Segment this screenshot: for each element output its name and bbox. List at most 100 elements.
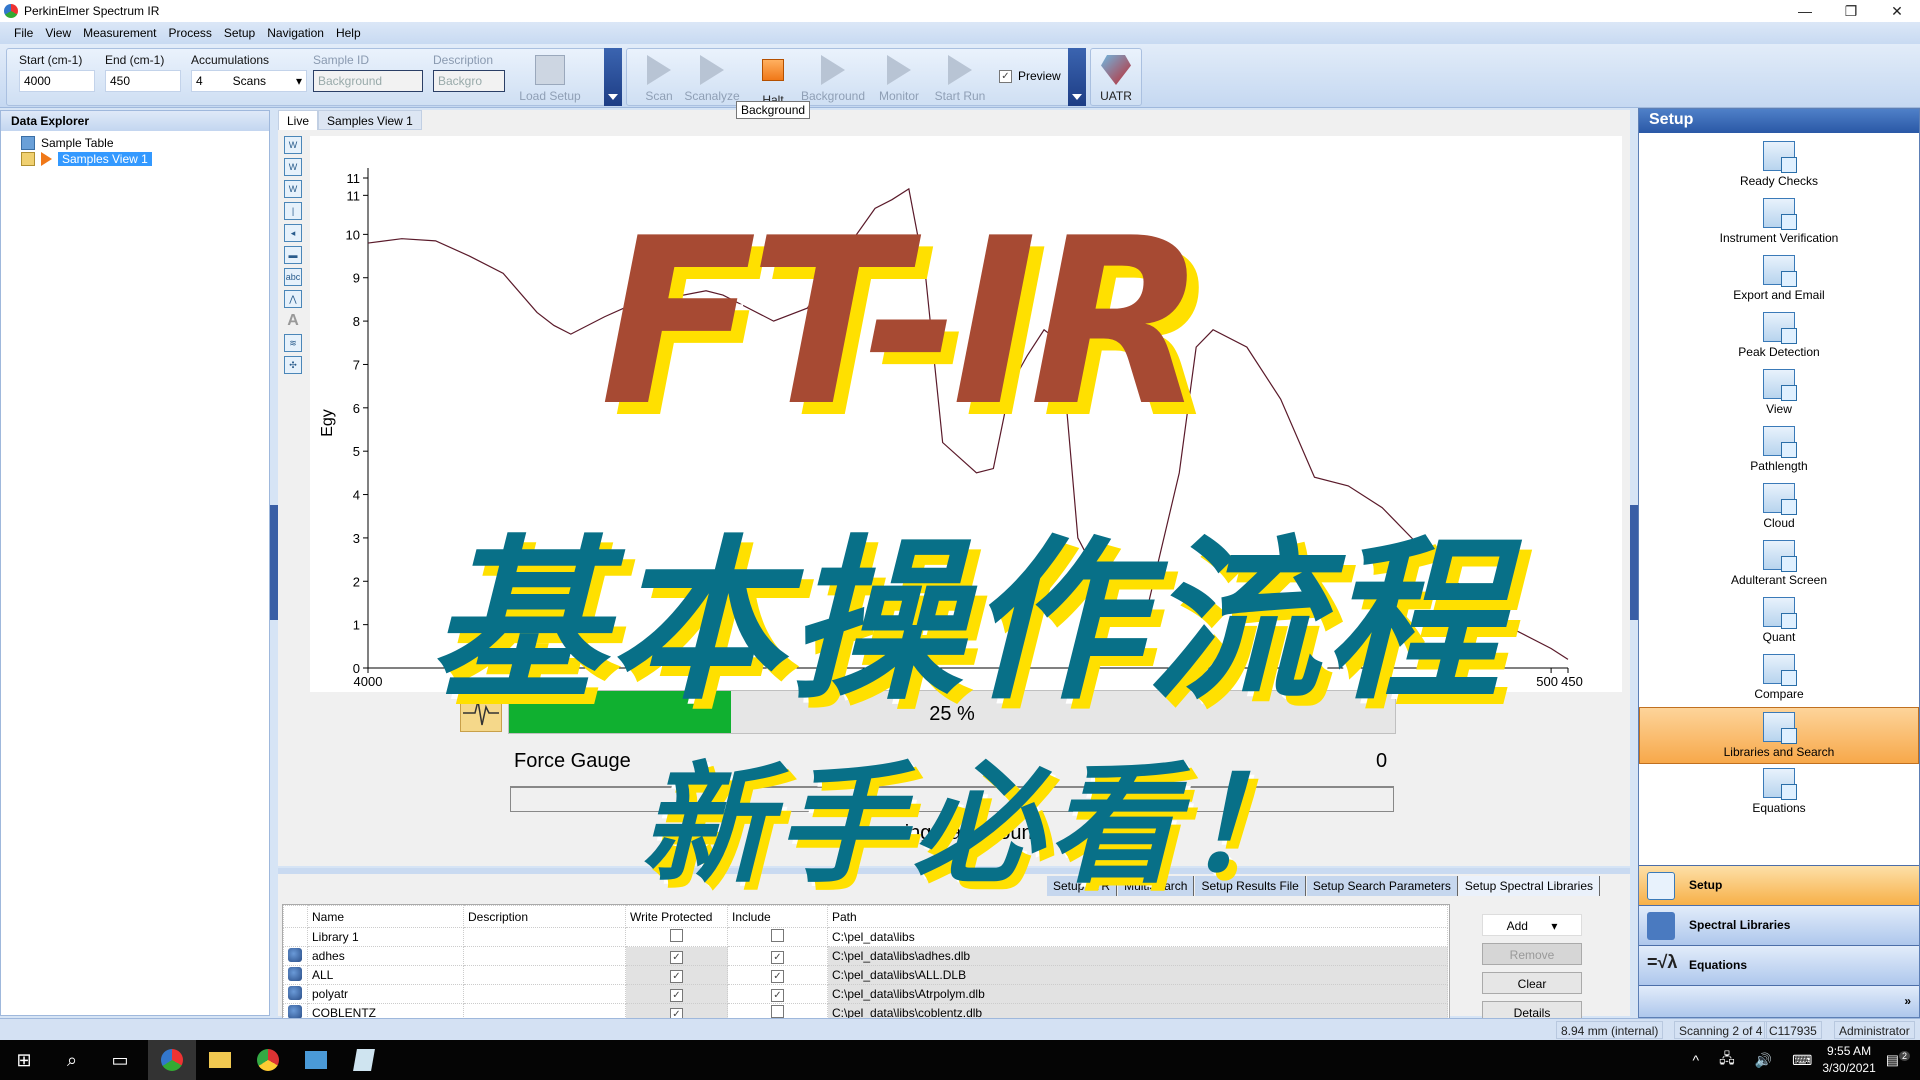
halt-button[interactable]: Halt [745,55,801,107]
write-protected-checkbox[interactable]: ✓ [670,950,683,964]
spectrum-app-icon[interactable] [148,1040,196,1080]
menu-navigation[interactable]: Navigation [267,26,324,40]
tab-setup-atr[interactable]: Setup ATR [1046,876,1118,896]
cell-path[interactable]: C:\pel_data\libs\ALL.DLB [827,965,1448,985]
cell-description[interactable] [463,984,626,1004]
windows-start-icon[interactable]: ⊞ [0,1040,48,1080]
table-row[interactable]: adhes ✓ ✓ C:\pel_data\libs\adhes.dlb [283,946,1448,966]
table-row[interactable]: ALL ✓ ✓ C:\pel_data\libs\ALL.DLB [283,965,1448,985]
menu-process[interactable]: Process [169,26,212,40]
tab-samples-view[interactable]: Samples View 1 [318,110,422,130]
clear-button[interactable]: Clear [1482,972,1582,994]
remove-button[interactable]: Remove [1482,943,1582,965]
peak-icon[interactable]: ⋀ [284,290,302,308]
col-include[interactable]: Include [727,905,828,928]
start-input[interactable]: 4000 [19,70,95,92]
cell-name[interactable]: adhes [307,946,464,966]
toolbar-overflow-button-2[interactable] [1068,48,1086,106]
right-splitter-handle[interactable] [1630,505,1638,620]
spectrum-chart[interactable]: 0 1 2 3 4 5 6 7 8 9 10 11 11 4000 500 450 Egy [310,136,1622,692]
include-checkbox[interactable]: ✓ [771,950,784,964]
menu-help[interactable]: Help [336,26,361,40]
table-row[interactable]: Library 1 C:\pel_data\libs [283,927,1448,947]
cell-name[interactable]: ALL [307,965,464,985]
include-checkbox[interactable]: ✓ [771,969,784,983]
tab-multisearch[interactable]: MultiSearch [1118,876,1195,896]
left-splitter-handle[interactable] [270,505,278,620]
table-row[interactable]: polyatr ✓ ✓ C:\pel_data\libs\Atrpolym.dlb [283,984,1448,1004]
tree-item-samples-view[interactable]: Samples View 1 [21,151,269,167]
setup-item-pathlength[interactable]: Pathlength [1639,422,1919,479]
keyboard-icon[interactable]: ⌨ [1792,1052,1812,1069]
baseline-icon[interactable]: ▬ [284,246,302,264]
restore-button[interactable]: ❐ [1828,0,1874,22]
scanalyze-button[interactable]: Scanalyze [679,55,745,103]
add-button[interactable]: Add ▾ [1482,914,1582,936]
x-expand-icon[interactable]: W [284,158,302,176]
include-checkbox[interactable] [771,1005,784,1018]
tab-live[interactable]: Live [278,110,319,130]
setup-item-export-and-email[interactable]: Export and Email [1639,251,1919,308]
nav-equations[interactable]: =√λ Equations [1639,945,1919,985]
chrome-icon[interactable] [244,1040,292,1080]
setup-item-peak-detection[interactable]: Peak Detection [1639,308,1919,365]
setup-item-compare[interactable]: Compare [1639,650,1919,707]
write-protected-checkbox[interactable] [670,929,683,942]
cell-name[interactable]: polyatr [307,984,464,1004]
tab-setup-search-parameters[interactable]: Setup Search Parameters [1306,876,1458,896]
menu-measurement[interactable]: Measurement [83,26,156,40]
monitor-button[interactable]: Monitor [871,55,927,103]
sample-id-input[interactable]: Background [313,70,423,92]
task-view-icon[interactable]: ▭ [96,1040,144,1080]
setup-item-libraries-and-search[interactable]: Libraries and Search [1639,707,1919,764]
load-setup-button[interactable]: Load Setup [515,55,585,103]
network-icon[interactable]: 🖧 [1719,1048,1735,1072]
cell-description[interactable] [463,946,626,966]
minimize-button[interactable]: — [1782,0,1828,22]
preview-checkbox[interactable]: ✓ Preview [999,69,1061,83]
text-icon[interactable]: A [284,312,302,330]
col-write-protected[interactable]: Write Protected [625,905,728,928]
menu-file[interactable]: File [14,26,33,40]
nav-setup[interactable]: Setup [1639,865,1919,905]
setup-item-equations[interactable]: Equations [1639,764,1919,821]
clock[interactable]: 9:55 AM 3/30/2021 [1822,1043,1875,1077]
tab-setup-results-file[interactable]: Setup Results File [1195,876,1306,896]
tab-setup-spectral-libraries[interactable]: Setup Spectral Libraries [1458,876,1600,896]
close-button[interactable]: ✕ [1874,0,1920,22]
autoscale-icon[interactable]: W [284,136,302,154]
menu-setup[interactable]: Setup [224,26,255,40]
end-input[interactable]: 450 [105,70,181,92]
uatr-button[interactable]: UATR [1091,55,1141,103]
setup-item-cloud[interactable]: Cloud [1639,479,1919,536]
cursor-icon[interactable]: | [284,202,302,220]
start-run-button[interactable]: Start Run [929,55,991,103]
toolbar-overflow-button[interactable] [604,48,622,106]
col-description[interactable]: Description [463,905,626,928]
menu-view[interactable]: View [45,26,71,40]
nav-overflow-button[interactable]: » [1639,985,1919,1017]
cell-path[interactable]: C:\pel_data\libs\adhes.dlb [827,946,1448,966]
col-name[interactable]: Name [307,905,464,928]
col-path[interactable]: Path [827,905,1448,928]
cell-description[interactable] [463,927,626,947]
setup-item-adulterant-screen[interactable]: Adulterant Screen [1639,536,1919,593]
accumulations-select[interactable]: 4 Scans ▾ [191,70,307,92]
setup-item-ready-checks[interactable]: Ready Checks [1639,137,1919,194]
write-protected-checkbox[interactable]: ✓ [670,988,683,1002]
include-checkbox[interactable]: ✓ [771,988,784,1002]
app-icon-blue[interactable] [292,1040,340,1080]
notification-icon[interactable]: ▤ 2 [1886,1051,1910,1069]
y-expand-icon[interactable]: W [284,180,302,198]
setup-item-instrument-verification[interactable]: Instrument Verification [1639,194,1919,251]
cell-path[interactable]: C:\pel_data\libs\Atrpolym.dlb [827,984,1448,1004]
tree-item-sample-table[interactable]: Sample Table [21,135,269,151]
volume-icon[interactable]: 🔊 [1755,1052,1772,1069]
write-protected-checkbox[interactable]: ✓ [670,969,683,983]
cell-name[interactable]: Library 1 [307,927,464,947]
back-icon[interactable]: ◂ [284,224,302,242]
nav-spectral-libraries[interactable]: Spectral Libraries [1639,905,1919,945]
cell-description[interactable] [463,965,626,985]
search-icon[interactable]: ⌕ [48,1040,96,1080]
zoom-fit-icon[interactable]: ✣ [284,356,302,374]
